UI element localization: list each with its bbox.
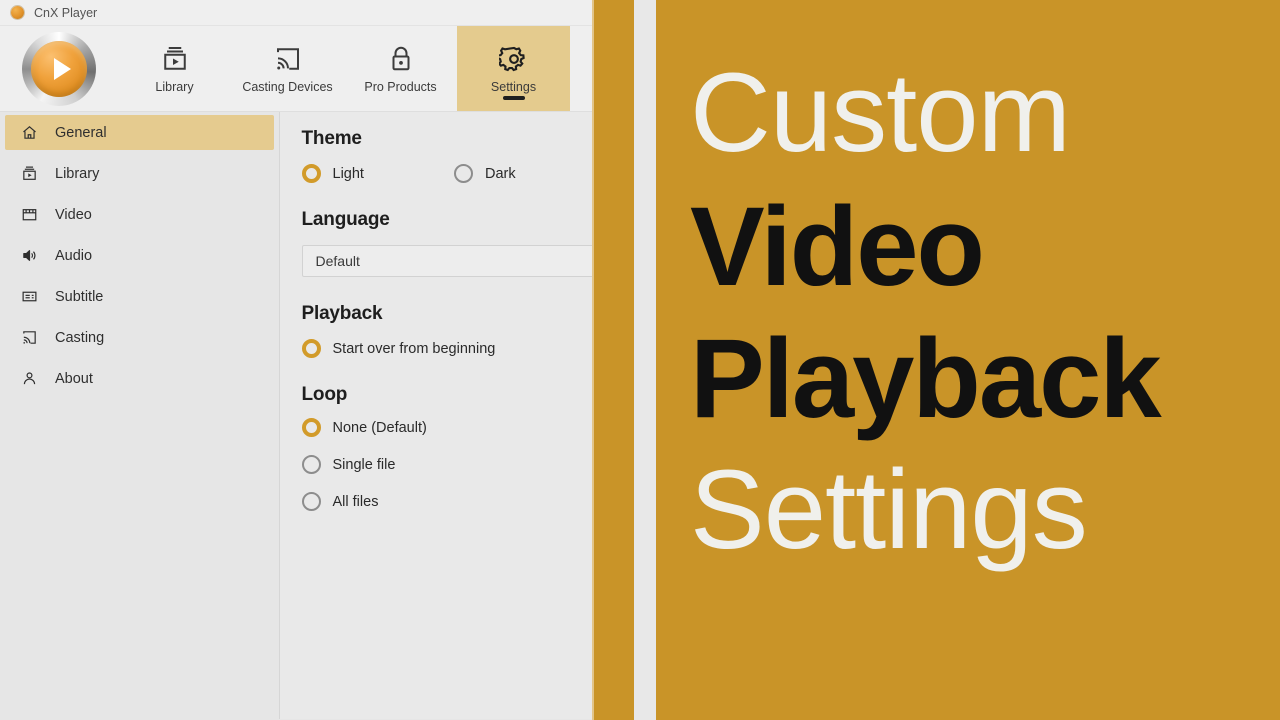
radio-selected-icon xyxy=(301,339,321,358)
theme-option-light[interactable]: Light xyxy=(301,164,364,183)
promo-line-4: Settings xyxy=(690,447,1088,573)
top-navigation-ribbon: Library Casting Devices Pro Products Set… xyxy=(0,26,592,112)
theme-group: Theme Light Dark xyxy=(301,128,592,183)
theme-option-dark[interactable]: Dark xyxy=(453,164,516,183)
title-bar: CnX Player xyxy=(0,0,592,26)
theme-section-title: Theme xyxy=(301,128,362,149)
sidebar-item-general[interactable]: General xyxy=(5,115,274,150)
playback-option-start-over-label: Start over from beginning xyxy=(332,340,496,357)
language-group: Language Default xyxy=(301,209,592,277)
library-box-icon xyxy=(23,166,36,180)
loop-section-title: Loop xyxy=(301,384,348,405)
playback-section-title: Playback xyxy=(301,303,383,324)
play-orb-logo-icon xyxy=(22,31,96,106)
screen-root: Custom Video Playback Settings CnX Playe… xyxy=(0,0,1280,720)
radio-unselected-icon xyxy=(301,492,321,511)
general-settings-panel: Theme Light Dark Language Default Playba… xyxy=(279,112,592,719)
sidebar-item-about[interactable]: About xyxy=(5,361,274,396)
speaker-icon xyxy=(23,250,36,261)
loop-option-single-file-label: Single file xyxy=(332,456,396,473)
playback-group: Playback Start over from beginning xyxy=(301,303,592,358)
settings-sidebar: General Library Video Audio Subtitle Cas… xyxy=(0,112,280,719)
gear-icon xyxy=(498,46,525,71)
sidebar-item-library-label: Library xyxy=(55,165,100,182)
language-section-title: Language xyxy=(301,209,390,230)
subtitle-icon xyxy=(22,291,37,302)
loop-option-all-files[interactable]: All files xyxy=(301,492,592,511)
radio-unselected-icon xyxy=(453,164,473,183)
radio-selected-icon xyxy=(301,418,321,437)
ribbon-tabs: Library Casting Devices Pro Products Set… xyxy=(118,26,592,111)
sidebar-item-audio-label: Audio xyxy=(55,247,93,264)
radio-unselected-icon xyxy=(301,455,321,474)
sidebar-item-about-label: About xyxy=(55,370,93,387)
settings-body: General Library Video Audio Subtitle Cas… xyxy=(0,112,592,719)
cast-screen-icon xyxy=(276,47,299,70)
playback-option-start-over[interactable]: Start over from beginning xyxy=(301,339,592,358)
sidebar-item-audio[interactable]: Audio xyxy=(5,238,274,273)
cnx-player-orb-icon xyxy=(11,6,24,19)
cast-icon xyxy=(23,331,36,344)
home-icon xyxy=(23,126,36,139)
loop-option-none[interactable]: None (Default) xyxy=(301,418,592,437)
loop-group: Loop None (Default) Single file All file… xyxy=(301,384,592,511)
tab-casting-devices-label: Casting Devices xyxy=(242,79,333,94)
promo-line-2: Video xyxy=(690,183,985,309)
loop-option-all-files-label: All files xyxy=(332,493,379,510)
tab-pro-products-label: Pro Products xyxy=(364,79,437,94)
tab-pro-products[interactable]: Pro Products xyxy=(344,26,457,111)
promo-line-3: Playback xyxy=(690,315,1162,441)
loop-option-none-label: None (Default) xyxy=(332,419,427,436)
theme-option-dark-label: Dark xyxy=(484,165,516,182)
sidebar-item-general-label: General xyxy=(55,124,107,141)
sidebar-item-library[interactable]: Library xyxy=(5,156,274,191)
loop-radio-stack: None (Default) Single file All files xyxy=(301,418,592,511)
tab-settings[interactable]: Settings xyxy=(457,26,570,111)
app-window: CnX Player Library Casting Devices Pro P… xyxy=(0,0,592,720)
promo-line-1: Custom xyxy=(690,50,1071,175)
tab-active-indicator xyxy=(502,96,525,100)
language-select[interactable]: Default xyxy=(301,245,592,277)
sidebar-item-video[interactable]: Video xyxy=(5,197,274,232)
person-icon xyxy=(23,372,36,385)
theme-option-light-label: Light xyxy=(332,165,364,182)
radio-selected-icon xyxy=(301,164,321,183)
language-select-value: Default xyxy=(315,253,360,269)
sidebar-item-video-label: Video xyxy=(55,206,92,223)
sidebar-item-casting[interactable]: Casting xyxy=(5,320,274,355)
promo-stripe-gap xyxy=(634,0,656,720)
tab-settings-label: Settings xyxy=(490,79,537,94)
tab-casting-devices[interactable]: Casting Devices xyxy=(231,26,344,111)
sidebar-item-casting-label: Casting xyxy=(55,329,105,346)
library-stack-icon xyxy=(163,46,186,70)
padlock-icon xyxy=(392,46,409,70)
promo-edge-line xyxy=(592,0,594,720)
clapperboard-icon xyxy=(22,209,37,221)
loop-option-single-file[interactable]: Single file xyxy=(301,455,592,474)
tab-library-label: Library xyxy=(155,79,194,94)
tab-library[interactable]: Library xyxy=(118,26,231,111)
sidebar-item-subtitle-label: Subtitle xyxy=(55,288,104,305)
brand-logo-button[interactable] xyxy=(0,26,118,111)
theme-radio-row: Light Dark xyxy=(301,164,592,183)
window-title: CnX Player xyxy=(34,5,98,20)
promo-headline: Custom Video Playback Settings xyxy=(690,50,1280,573)
sidebar-item-subtitle[interactable]: Subtitle xyxy=(5,279,274,314)
